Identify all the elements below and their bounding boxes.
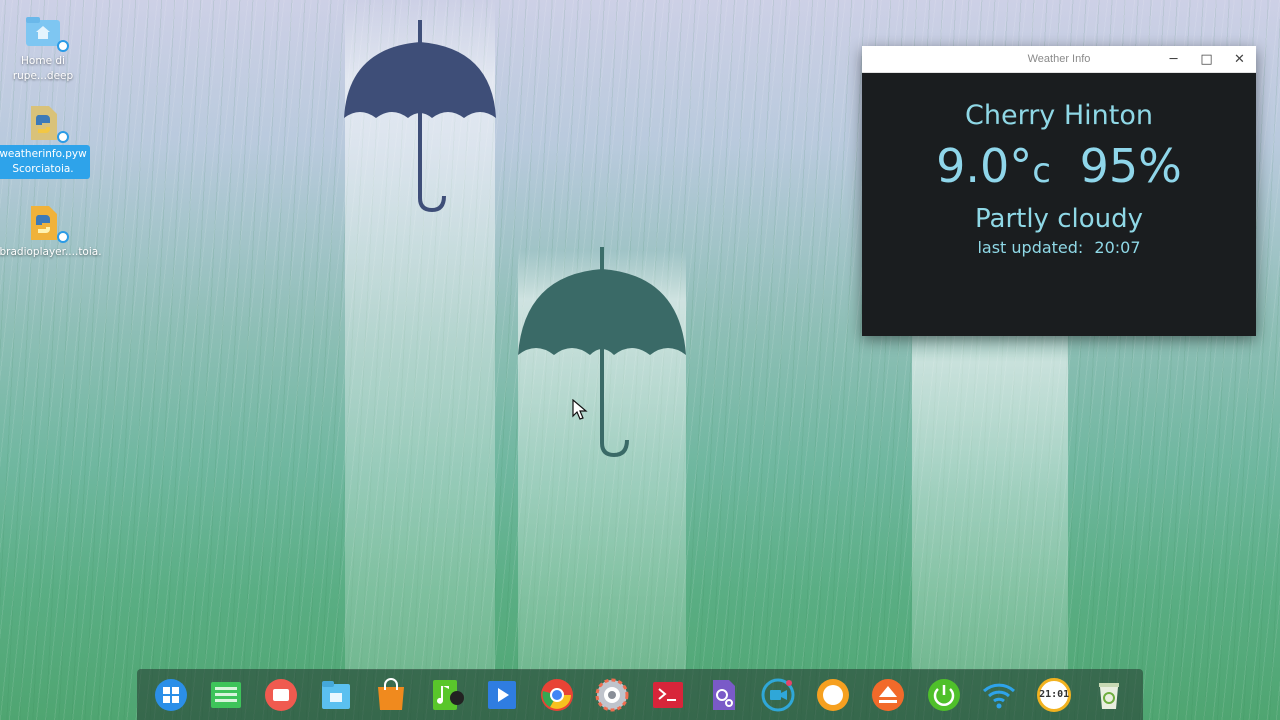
camera-icon <box>761 678 795 711</box>
launcher-grid-icon <box>154 678 187 711</box>
python-file-icon <box>23 203 69 243</box>
dock-item-multitask[interactable] <box>207 676 245 714</box>
dock-item-movie[interactable] <box>483 676 521 714</box>
movie-play-icon <box>487 680 516 709</box>
close-icon: ✕ <box>1234 52 1245 67</box>
dock-item-network[interactable] <box>980 676 1018 714</box>
dock: 21:01 <box>137 669 1143 720</box>
multitask-icon <box>210 681 241 708</box>
shopping-bag-icon <box>378 677 405 710</box>
maximize-icon: □ <box>1200 52 1213 67</box>
minimize-icon: ─ <box>1169 52 1178 67</box>
desktop-icon-label: Home di rupe...deep <box>12 55 74 82</box>
window-title: Weather Info <box>1027 53 1091 65</box>
clock-digital-icon: 21:01 <box>1037 677 1072 712</box>
weather-info-window: Weather Info ─ □ ✕ Cherry Hinton 9.0°c 9… <box>862 46 1256 336</box>
weather-condition: Partly cloudy <box>975 204 1143 234</box>
python-file-icon <box>23 103 69 143</box>
desktop-icon-home[interactable]: Home di rupe...deep <box>6 12 80 84</box>
dock-item-screen-recorder[interactable] <box>262 676 300 714</box>
dock-item-chrome[interactable] <box>538 676 576 714</box>
weather-readings: 9.0°c 95% <box>862 141 1256 196</box>
music-note-icon <box>432 679 464 710</box>
desktop-icon-webradioplayer[interactable]: webradioplayer....toia. <box>0 203 102 260</box>
dock-item-control-center[interactable] <box>593 676 631 714</box>
dock-item-system-settings[interactable] <box>704 676 742 714</box>
power-icon <box>927 678 960 711</box>
eject-icon <box>872 678 905 711</box>
minimize-button[interactable]: ─ <box>1157 46 1190 73</box>
wallpaper-umbrella <box>344 20 496 213</box>
shortcut-badge-icon <box>57 40 69 52</box>
shortcut-badge-icon <box>57 131 69 143</box>
wallpaper-beam <box>912 320 1068 670</box>
dock-time-text: 21:01 <box>1039 689 1070 700</box>
trash-icon <box>1099 682 1120 709</box>
dock-item-power[interactable] <box>925 676 963 714</box>
dock-item-music[interactable] <box>428 676 466 714</box>
city-name: Cherry Hinton <box>965 100 1153 131</box>
file-manager-icon <box>322 680 351 709</box>
maximize-button[interactable]: □ <box>1190 46 1223 73</box>
window-titlebar[interactable]: Weather Info ─ □ ✕ <box>862 46 1256 73</box>
dock-item-launcher[interactable] <box>152 676 190 714</box>
last-updated-time: 20:07 <box>1094 238 1141 257</box>
weather-content: Cherry Hinton 9.0°c 95% Partly cloudy la… <box>862 73 1256 257</box>
folder-home-icon <box>23 12 69 52</box>
settings-gear-icon <box>595 678 629 711</box>
desktop-icon-weatherinfo[interactable]: weatherinfo.pyw Scorciatoia. <box>0 103 90 179</box>
last-updated: last updated: 20:07 <box>862 238 1256 257</box>
dock-item-eject[interactable] <box>869 676 907 714</box>
dock-item-file-manager[interactable] <box>317 676 355 714</box>
desktop-icon-label: webradioplayer....toia. <box>0 246 102 258</box>
terminal-icon <box>652 681 683 708</box>
mouse-cursor-icon <box>572 399 588 420</box>
dock-item-trash[interactable] <box>1090 676 1128 714</box>
humidity-value: 95% <box>1079 139 1182 193</box>
chrome-icon <box>541 678 574 711</box>
dock-item-camera[interactable] <box>759 676 797 714</box>
close-button[interactable]: ✕ <box>1223 46 1256 73</box>
wifi-icon <box>982 683 1015 708</box>
last-updated-label: last updated: <box>977 238 1084 257</box>
temperature-value: 9.0° <box>936 139 1033 193</box>
system-settings-icon <box>712 679 735 710</box>
dock-item-app-store[interactable] <box>372 676 410 714</box>
clock-circle-icon <box>817 678 850 711</box>
temperature-unit: c <box>1032 151 1051 191</box>
desktop-icon-label: weatherinfo.pyw Scorciatoia. <box>0 145 90 179</box>
dock-item-time[interactable]: 21:01 <box>1035 676 1073 714</box>
dock-item-clock-app[interactable] <box>814 676 852 714</box>
wallpaper-umbrella <box>518 247 686 458</box>
dock-item-terminal[interactable] <box>649 676 687 714</box>
record-icon <box>265 678 298 711</box>
shortcut-badge-icon <box>57 231 69 243</box>
